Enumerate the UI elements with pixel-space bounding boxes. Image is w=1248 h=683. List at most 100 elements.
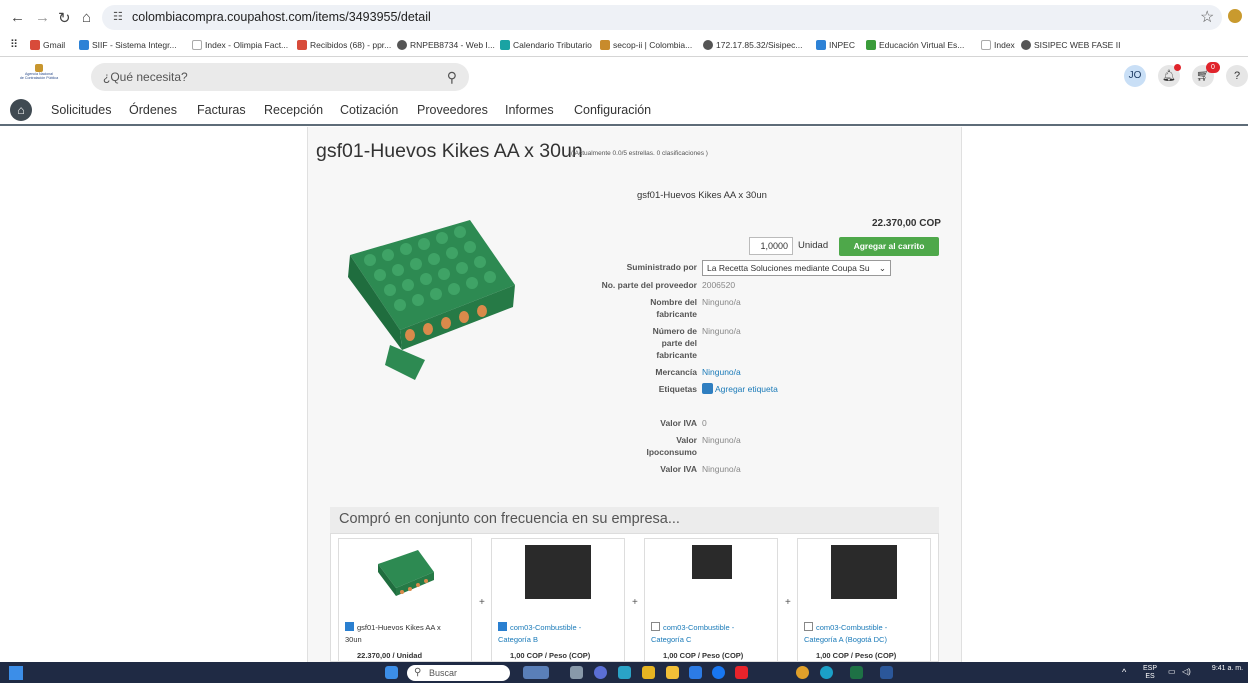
home-button[interactable]: ⌂ (10, 99, 32, 121)
bookmark-educacion[interactable]: Educación Virtual Es... (866, 40, 964, 50)
nav-solicitudes[interactable]: Solicitudes (51, 103, 111, 117)
add-to-cart-button[interactable]: Agregar al carrito (839, 237, 939, 256)
widget-icon[interactable] (523, 666, 549, 679)
part-no-value: 2006520 (702, 280, 736, 290)
word-icon[interactable] (880, 666, 893, 679)
bundle-item-name[interactable]: com03-Combustible - Categoría B (498, 622, 608, 646)
add-tag-link[interactable]: Agregar etiqueta (702, 383, 778, 395)
bookmark-calendario[interactable]: Calendario Tributario (500, 40, 592, 50)
forward-icon[interactable]: → (35, 9, 50, 26)
bookmark-secop[interactable]: secop-ii | Colombia... (600, 40, 692, 50)
commodity-value[interactable]: Ninguno/a (702, 366, 741, 378)
site-info-icon[interactable]: ☷ (113, 5, 123, 30)
bundle-item-price: 1,00 COP / Peso (COP) (663, 651, 744, 660)
cart-count-badge: 0 (1206, 62, 1220, 73)
task-view-icon[interactable] (570, 666, 583, 679)
bundle-item-price: 22.370,00 / Unidad (357, 651, 423, 660)
start-icon[interactable] (9, 666, 23, 680)
plus-icon: + (632, 597, 638, 608)
search-icon[interactable]: ⚲ (447, 63, 457, 91)
nav-informes[interactable]: Informes (505, 103, 554, 117)
iva-label: Valor IVA (660, 418, 697, 428)
nav-ordenes[interactable]: Órdenes (129, 103, 177, 117)
nav-configuracion[interactable]: Configuración (574, 103, 651, 117)
edge-icon[interactable] (820, 666, 833, 679)
part-no-label: No. parte del proveedor (601, 280, 697, 290)
clock[interactable]: 9:41 a. m. (1207, 665, 1248, 673)
bundle-item-name[interactable]: gsf01-Huevos Kikes AA x 30un (345, 622, 455, 646)
apps-icon[interactable]: ⠿ (10, 38, 18, 51)
main-nav: ⌂ Solicitudes Órdenes Facturas Recepción… (0, 96, 1248, 126)
ipoconsumo-label: Valor Ipoconsumo (646, 435, 697, 457)
quantity-input[interactable]: 1,0000 (749, 237, 793, 255)
bookmark-sisipec-web[interactable]: SISIPEC WEB FASE II (1021, 40, 1120, 50)
folder-icon[interactable] (666, 666, 679, 679)
checkbox-checked[interactable] (345, 622, 354, 631)
rating-text: ( Actualmente 0.0/5 estrellas. 0 clasifi… (571, 150, 708, 157)
search-input[interactable]: ¿Qué necesita? ⚲ (91, 63, 469, 91)
bookmarks-bar: ⠿ Gmail SIIF - Sistema Integr... Index -… (0, 35, 1248, 57)
extension-icon[interactable] (1228, 9, 1242, 23)
store-icon[interactable] (642, 666, 655, 679)
back-icon[interactable]: ← (10, 9, 25, 26)
page-title: gsf01-Huevos Kikes AA x 30un (316, 140, 583, 162)
home-icon[interactable]: ⌂ (82, 9, 91, 26)
network-icon[interactable]: ▭ (1168, 668, 1176, 676)
facebook-icon[interactable] (712, 666, 725, 679)
bundle-item-name[interactable]: com03-Combustible - Categoría A (Bogotá … (804, 622, 919, 646)
bundle-item-price: 1,00 COP / Peso (COP) (816, 651, 897, 660)
nav-cotizacion[interactable]: Cotización (340, 103, 398, 117)
plus-icon: + (479, 597, 485, 608)
search-icon: ⚲ (414, 667, 422, 678)
nav-proveedores[interactable]: Proveedores (417, 103, 488, 117)
bookmark-recibidos[interactable]: Recibidos (68) - ppr... (297, 40, 391, 50)
excel-icon[interactable] (850, 666, 863, 679)
nav-recepcion[interactable]: Recepción (264, 103, 323, 117)
bundle-item-price: 1,00 COP / Peso (COP) (510, 651, 591, 660)
bundle-thumbnail (525, 545, 591, 599)
avatar[interactable]: JO (1124, 65, 1146, 87)
bookmark-gmail[interactable]: Gmail (30, 40, 65, 50)
mfr-part-value: Ninguno/a (702, 326, 741, 336)
tag-icon (702, 383, 713, 394)
mfr-part-label: Número de parte del fabricante (652, 326, 697, 360)
unit-label: Unidad (798, 240, 829, 251)
bookmark-index[interactable]: Index (981, 40, 1015, 50)
commodity-label: Mercancía (655, 367, 697, 377)
bookmark-inpec[interactable]: INPEC (816, 40, 855, 50)
agency-logo[interactable]: Agencia Nacional de Contratación Pública (14, 64, 64, 92)
volume-icon[interactable]: ◁) (1182, 668, 1191, 676)
product-price: 22.370,00 COP (872, 218, 941, 229)
language-indicator[interactable]: ESP ES (1140, 665, 1160, 681)
chat-icon[interactable] (594, 666, 607, 679)
bundle-thumbnail (378, 550, 434, 596)
help-icon[interactable]: ? (1226, 65, 1248, 87)
app-header: Agencia Nacional de Contratación Pública… (0, 58, 1248, 96)
bundle-item-name[interactable]: com03-Combustible - Categoría C (651, 622, 761, 646)
windows-icon[interactable] (385, 666, 398, 679)
reload-icon[interactable]: ↻ (58, 9, 71, 27)
bookmark-star-icon[interactable]: ☆ (1200, 7, 1214, 27)
outlook-icon[interactable] (689, 666, 702, 679)
bookmark-rnpe[interactable]: RNPEB8734 - Web I... (397, 40, 495, 50)
chevron-up-icon[interactable]: ^ (1122, 668, 1126, 677)
url-text: colombiacompra.coupahost.com/items/34939… (132, 10, 431, 24)
product-image (348, 220, 515, 380)
checkbox-checked[interactable] (498, 622, 507, 631)
manufacturer-value: Ninguno/a (702, 297, 741, 307)
search-placeholder: ¿Qué necesita? (103, 70, 188, 84)
bookmark-olimpia[interactable]: Index - Olimpia Fact... (192, 40, 288, 50)
youtube-icon[interactable] (735, 666, 748, 679)
plus-icon: + (785, 597, 791, 608)
bookmark-siif[interactable]: SIIF - Sistema Integr... (79, 40, 177, 50)
bookmark-sisipec-ip[interactable]: 172.17.85.32/Sisipec... (703, 40, 802, 50)
chrome-icon[interactable] (796, 666, 809, 679)
supplier-select[interactable]: La Recetta Soluciones mediante Coupa Su ⌄ (702, 260, 891, 276)
address-bar[interactable]: ☷ colombiacompra.coupahost.com/items/349… (102, 5, 1222, 30)
taskbar-search[interactable]: ⚲ Buscar (407, 665, 510, 681)
checkbox-unchecked[interactable] (804, 622, 813, 631)
checkbox-unchecked[interactable] (651, 622, 660, 631)
bundle-thumbnail (692, 545, 732, 579)
copilot-icon[interactable] (618, 666, 631, 679)
nav-facturas[interactable]: Facturas (197, 103, 246, 117)
